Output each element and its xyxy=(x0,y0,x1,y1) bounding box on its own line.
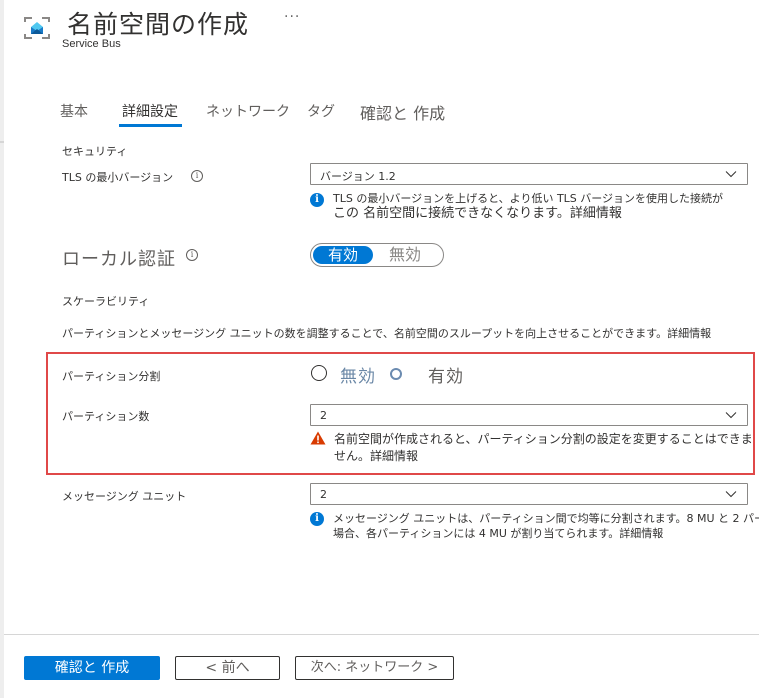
scalability-section-label: スケーラビリティ xyxy=(62,295,150,308)
tls-learn-more-link[interactable]: 詳細情報 xyxy=(570,206,622,221)
tls-version-select[interactable]: バージョン 1.2 xyxy=(310,163,748,185)
more-options-button[interactable]: ··· xyxy=(284,9,300,25)
local-auth-label: ローカル認証 xyxy=(62,249,176,270)
messaging-units-select[interactable]: 2 xyxy=(310,483,748,505)
messaging-units-label: メッセージング ユニット xyxy=(62,490,187,503)
tls-version-value: バージョン 1.2 xyxy=(320,170,396,183)
partition-learn-more-link[interactable]: 詳細情報 xyxy=(370,449,418,463)
chevron-down-icon xyxy=(725,491,737,498)
partitioning-enabled-radio[interactable] xyxy=(390,368,402,380)
tls-note-line1: TLS の最小バージョンを上げると、より低い TLS バージョンを使用した接続が xyxy=(333,192,724,205)
left-edge-divider xyxy=(0,141,4,143)
tls-note: TLS の最小バージョンを上げると、より低い TLS バージョンを使用した接続が… xyxy=(333,191,723,221)
info-icon: i xyxy=(310,512,324,526)
info-icon: i xyxy=(310,193,324,207)
local-auth-info-icon[interactable]: i xyxy=(186,249,198,261)
partition-warning-line1: 名前空間が作成されると、パーティション分割の設定を変更することはできま xyxy=(334,432,753,446)
footer-divider xyxy=(4,634,759,635)
scalability-description-text: パーティションとメッセージング ユニットの数を調整することで、名前空間のスループ… xyxy=(62,327,668,340)
tls-note-line2: この 名前空間に接続できなくなります。 xyxy=(333,206,570,221)
local-auth-toggle[interactable]: 有効 無効 xyxy=(310,243,444,267)
security-section-label: セキュリティ xyxy=(62,145,128,158)
tls-note-line2-wrap: この 名前空間に接続できなくなります。詳細情報 xyxy=(333,206,723,221)
partition-count-label: パーティション数 xyxy=(62,410,150,423)
review-create-button[interactable]: 確認と 作成 xyxy=(24,656,160,680)
partitioning-disabled-radio[interactable] xyxy=(311,365,327,381)
messaging-units-note-line2: 場合、各パーティションには 4 MU が割り当てられます。 xyxy=(333,527,620,540)
partitioning-label: パーティション分割 xyxy=(62,370,161,383)
next-networking-button[interactable]: 次へ: ネットワーク > xyxy=(295,656,454,680)
tab-networking[interactable]: ネットワーク xyxy=(206,101,290,121)
messaging-units-note-line2-wrap: 場合、各パーティションには 4 MU が割り当てられます。詳細情報 xyxy=(333,526,759,541)
partition-count-select[interactable]: 2 xyxy=(310,404,748,426)
chevron-down-icon xyxy=(725,412,737,419)
partition-count-value: 2 xyxy=(320,409,327,422)
partitioning-enabled-label[interactable]: 有効 xyxy=(428,362,464,387)
left-edge xyxy=(0,0,4,698)
tab-advanced[interactable]: 詳細設定 xyxy=(122,101,178,121)
messaging-units-value: 2 xyxy=(320,488,327,501)
tab-basics[interactable]: 基本 xyxy=(60,101,88,121)
partition-warning-line2-wrap: せん。詳細情報 xyxy=(334,448,753,465)
tls-version-label: TLS の最小バージョン xyxy=(62,171,174,184)
scalability-description: パーティションとメッセージング ユニットの数を調整することで、名前空間のスループ… xyxy=(62,325,711,341)
messaging-units-note-line1: メッセージング ユニットは、パーティション間で均等に分割されます。8 MU と … xyxy=(333,512,759,525)
warning-icon xyxy=(310,431,326,445)
page-subtitle: Service Bus xyxy=(62,38,121,50)
partition-warning-line2: せん。 xyxy=(334,449,371,463)
local-auth-disabled-option[interactable]: 無効 xyxy=(389,246,421,264)
page-title: 名前空間の作成 xyxy=(67,10,250,39)
partition-warning: 名前空間が作成されると、パーティション分割の設定を変更することはできま せん。詳… xyxy=(334,431,753,465)
partitioning-disabled-label[interactable]: 無効 xyxy=(340,362,376,387)
tab-tags[interactable]: タグ xyxy=(307,101,335,121)
local-auth-enabled-option[interactable]: 有効 xyxy=(313,246,373,264)
chevron-down-icon xyxy=(725,171,737,178)
tab-review-create[interactable]: 確認と 作成 xyxy=(360,100,445,124)
service-bus-icon xyxy=(24,17,50,39)
messaging-units-learn-more-link[interactable]: 詳細情報 xyxy=(619,527,663,540)
scalability-learn-more-link[interactable]: 詳細情報 xyxy=(667,327,711,340)
previous-button[interactable]: < 前へ xyxy=(175,656,280,680)
active-tab-indicator xyxy=(119,124,182,127)
tls-info-icon[interactable]: i xyxy=(191,170,203,182)
messaging-units-note: メッセージング ユニットは、パーティション間で均等に分割されます。8 MU と … xyxy=(333,511,759,541)
